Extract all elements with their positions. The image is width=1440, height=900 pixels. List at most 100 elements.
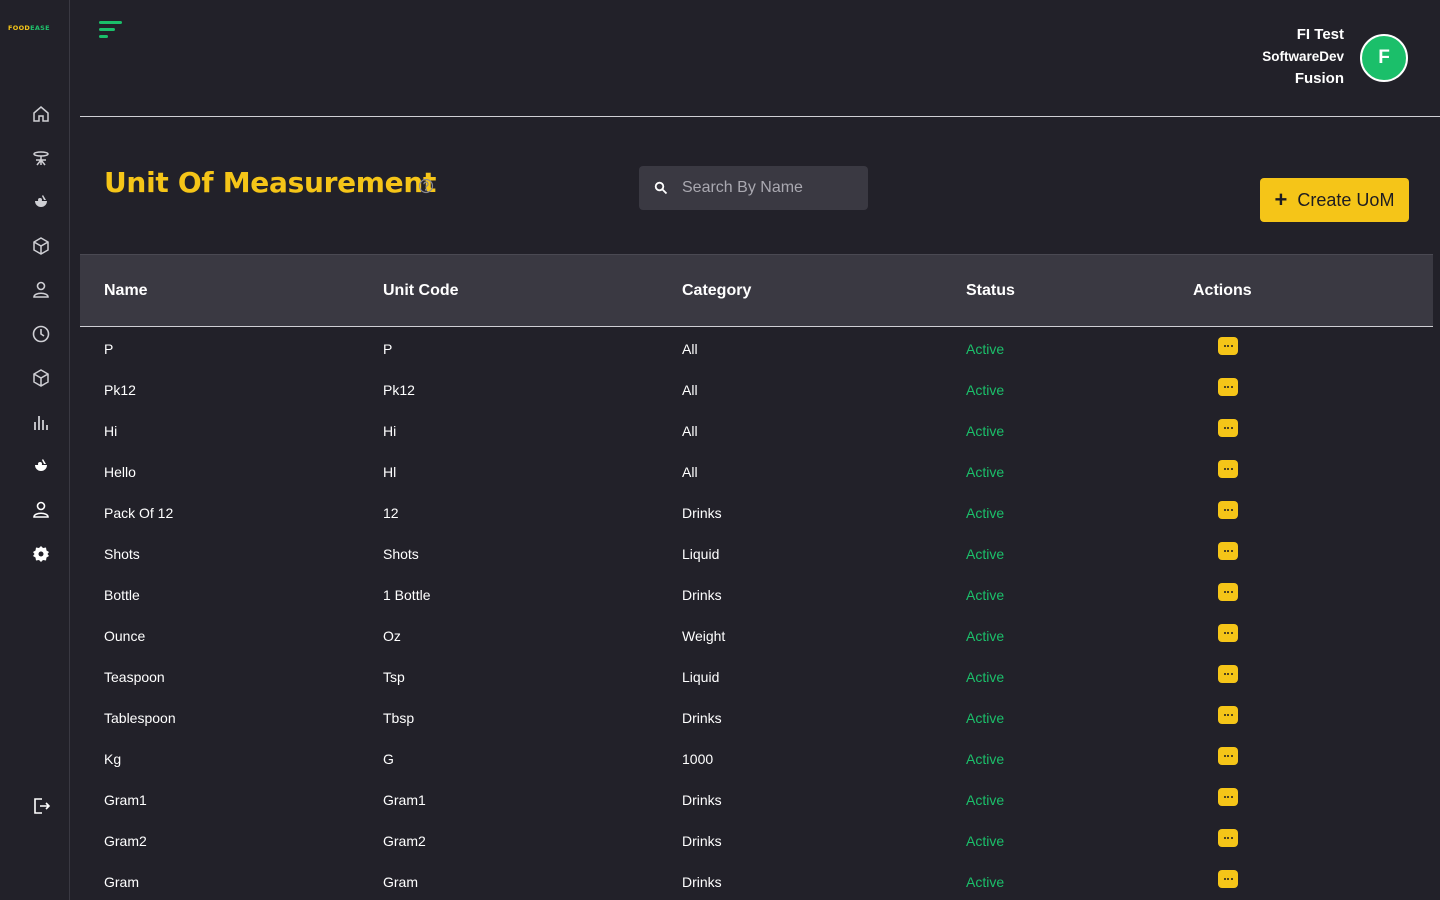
cell-name: Pack Of 12	[104, 505, 174, 521]
table-row[interactable]: Bottle 1 Bottle Drinks Active	[80, 574, 1433, 615]
cell-status: Active	[966, 628, 1005, 644]
cell-category: Liquid	[682, 669, 720, 685]
column-header-status[interactable]: Status	[966, 282, 1015, 300]
cell-unit-code: P	[383, 341, 393, 357]
cell-category: All	[682, 423, 698, 439]
cell-name: P	[104, 341, 114, 357]
cell-unit-code: Oz	[383, 628, 401, 644]
table-row[interactable]: Hi Hi All Active	[80, 410, 1433, 451]
table-row[interactable]: Pk12 Pk12 All Active	[80, 369, 1433, 410]
cell-category: Liquid	[682, 546, 720, 562]
search-box[interactable]	[639, 166, 868, 210]
settings-icon[interactable]	[30, 543, 52, 565]
cell-unit-code: 1 Bottle	[383, 587, 431, 603]
row-actions-button[interactable]	[1218, 624, 1238, 642]
home-icon[interactable]	[30, 103, 52, 125]
row-actions-button[interactable]	[1218, 542, 1238, 560]
more-icon	[1223, 755, 1233, 757]
cell-unit-code: Hi	[383, 423, 397, 439]
menu-toggle-icon[interactable]	[98, 20, 124, 42]
table-row[interactable]: Tablespoon Tbsp Drinks Active	[80, 697, 1433, 738]
logout-icon[interactable]	[30, 795, 52, 817]
table-row[interactable]: Pack Of 12 12 Drinks Active	[80, 492, 1433, 533]
table-row[interactable]: Kg G 1000 Active	[80, 738, 1433, 779]
cell-category: Drinks	[682, 833, 722, 849]
cell-status: Active	[966, 587, 1005, 603]
logo-text-food: FOOD	[8, 24, 31, 32]
search-icon	[654, 181, 668, 195]
row-actions-button[interactable]	[1218, 501, 1238, 519]
search-input[interactable]	[682, 179, 852, 197]
app-logo[interactable]: FOODEASE	[8, 23, 60, 33]
cell-name: Gram	[104, 874, 139, 890]
table-body: P P All Active Pk12 Pk12 All Active Hi H…	[80, 328, 1433, 900]
food-active-icon[interactable]	[30, 455, 52, 477]
cell-status: Active	[966, 669, 1005, 685]
row-actions-button[interactable]	[1218, 583, 1238, 601]
logo-text-ease: EASE	[30, 24, 50, 32]
cell-category: Weight	[682, 628, 726, 644]
cell-name: Gram1	[104, 792, 147, 808]
box-icon[interactable]	[30, 235, 52, 257]
more-icon	[1223, 673, 1233, 675]
table-row[interactable]: Teaspoon Tsp Liquid Active	[80, 656, 1433, 697]
table-row[interactable]: Gram2 Gram2 Drinks Active	[80, 820, 1433, 861]
cell-status: Active	[966, 874, 1005, 890]
column-header-name[interactable]: Name	[104, 282, 148, 300]
person-icon[interactable]	[30, 499, 52, 521]
more-icon	[1223, 837, 1233, 839]
cell-unit-code: Gram2	[383, 833, 426, 849]
row-actions-button[interactable]	[1218, 870, 1238, 888]
column-header-category[interactable]: Category	[682, 282, 751, 300]
table-row[interactable]: Ounce Oz Weight Active	[80, 615, 1433, 656]
cell-name: Teaspoon	[104, 669, 165, 685]
cell-status: Active	[966, 505, 1005, 521]
row-actions-button[interactable]	[1218, 419, 1238, 437]
more-icon	[1223, 509, 1233, 511]
create-uom-button[interactable]: + Create UoM	[1260, 178, 1409, 222]
table-row[interactable]: Gram1 Gram1 Drinks Active	[80, 779, 1433, 820]
more-icon	[1223, 345, 1233, 347]
cell-name: Ounce	[104, 628, 146, 644]
user-name: FI Test	[1296, 26, 1344, 43]
row-actions-button[interactable]	[1218, 378, 1238, 396]
table-icon[interactable]	[30, 147, 52, 169]
table-row[interactable]: Shots Shots Liquid Active	[80, 533, 1433, 574]
cell-category: All	[682, 341, 698, 357]
cell-unit-code: 12	[383, 505, 399, 521]
cell-unit-code: Hl	[383, 464, 397, 480]
food-icon[interactable]	[30, 191, 52, 213]
column-header-actions: Actions	[1193, 282, 1252, 299]
cell-name: Shots	[104, 546, 140, 562]
more-icon	[1223, 427, 1233, 429]
package-icon[interactable]	[30, 367, 52, 389]
table-row[interactable]: P P All Active	[80, 328, 1433, 369]
user-icon[interactable]	[30, 279, 52, 301]
more-icon	[1223, 878, 1233, 880]
row-actions-button[interactable]	[1218, 829, 1238, 847]
table-row[interactable]: Hello Hl All Active	[80, 451, 1433, 492]
cell-status: Active	[966, 546, 1005, 562]
cell-name: Hi	[104, 423, 118, 439]
cell-unit-code: Tbsp	[383, 710, 415, 726]
row-actions-button[interactable]	[1218, 706, 1238, 724]
more-icon	[1223, 632, 1233, 634]
clock-icon[interactable]	[30, 323, 52, 345]
plus-icon: +	[1274, 187, 1288, 212]
column-header-unit-code[interactable]: Unit Code	[383, 282, 459, 300]
chart-icon[interactable]	[30, 411, 52, 433]
row-actions-button[interactable]	[1218, 788, 1238, 806]
avatar[interactable]: F	[1360, 34, 1408, 82]
row-actions-button[interactable]	[1218, 460, 1238, 478]
row-actions-button[interactable]	[1218, 337, 1238, 355]
row-actions-button[interactable]	[1218, 747, 1238, 765]
table-row[interactable]: Gram Gram Drinks Active	[80, 861, 1433, 900]
help-icon[interactable]	[418, 178, 434, 194]
cell-status: Active	[966, 833, 1005, 849]
cell-category: Drinks	[682, 505, 722, 521]
cell-unit-code: G	[383, 751, 394, 767]
cell-status: Active	[966, 464, 1005, 480]
more-icon	[1223, 796, 1233, 798]
more-icon	[1223, 591, 1233, 593]
row-actions-button[interactable]	[1218, 665, 1238, 683]
